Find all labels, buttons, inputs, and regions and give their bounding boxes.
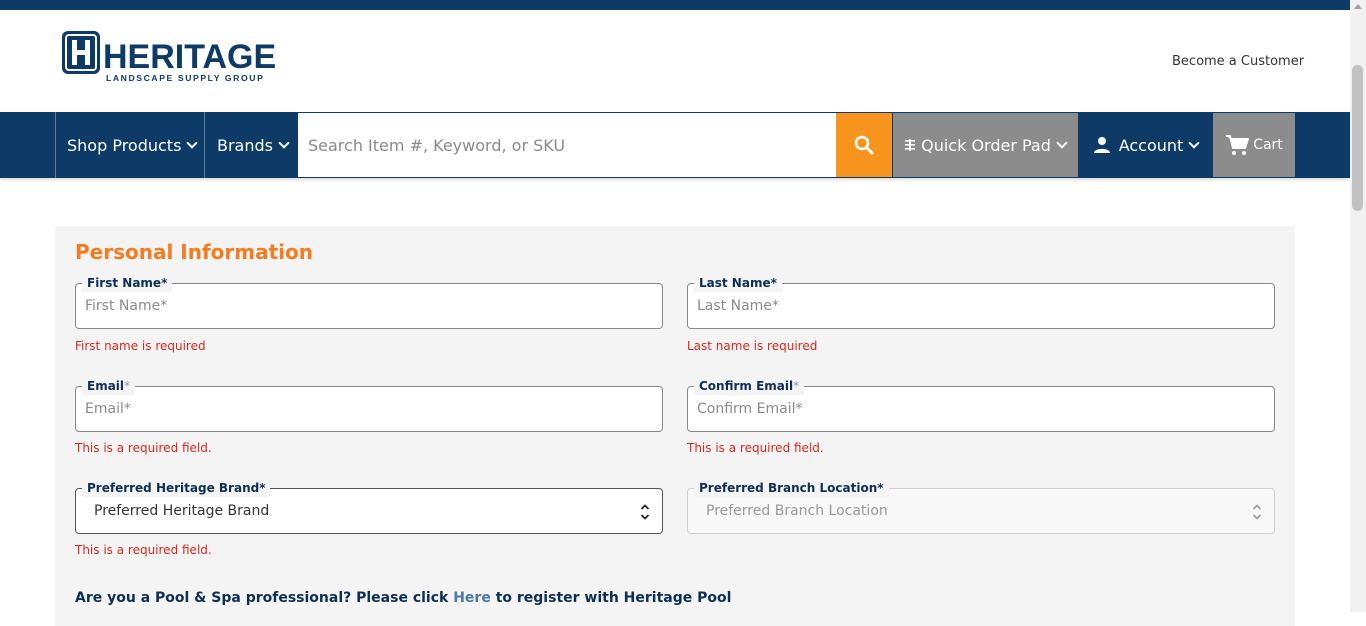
account-menu[interactable]: Account	[1079, 113, 1212, 177]
search-input[interactable]	[298, 113, 836, 177]
preferred-brand-select[interactable]: Preferred Heritage Brand* Preferred Heri…	[75, 479, 663, 534]
list-icon	[905, 139, 916, 151]
brands-label: Brands	[217, 135, 273, 155]
first-name-input[interactable]	[76, 284, 662, 328]
svg-text:HERITAGE: HERITAGE	[103, 38, 276, 76]
preferred-brand-label: Preferred Heritage Brand*	[82, 479, 271, 497]
brands-menu[interactable]: Brands	[217, 112, 290, 178]
nav-divider	[55, 112, 56, 178]
preferred-branch-value: Preferred Branch Location	[706, 503, 888, 519]
svg-text:LANDSCAPE SUPPLY GROUP: LANDSCAPE SUPPLY GROUP	[106, 73, 264, 83]
scroll-up-arrow-icon[interactable]	[1354, 4, 1362, 9]
email-input[interactable]	[76, 387, 662, 431]
become-customer-link[interactable]: Become a Customer	[1172, 54, 1304, 69]
quick-order-pad-label: Quick Order Pad	[921, 135, 1051, 155]
account-label: Account	[1118, 135, 1184, 155]
shop-products-menu[interactable]: Shop Products	[67, 112, 199, 178]
cart-icon	[1226, 135, 1250, 155]
quick-order-pad-menu[interactable]: Quick Order Pad	[893, 113, 1078, 177]
email-field[interactable]: Email*	[75, 377, 663, 432]
pool-register-link[interactable]: Here	[453, 590, 491, 606]
preferred-branch-label: Preferred Branch Location*	[694, 479, 889, 497]
shop-products-label: Shop Products	[67, 135, 182, 155]
chevron-down-icon	[278, 137, 290, 149]
updown-chevron-icon	[640, 504, 650, 520]
last-name-error: Last name is required	[687, 339, 818, 353]
updown-chevron-icon	[1252, 504, 1262, 520]
search-icon	[854, 135, 874, 155]
cart-label: Cart	[1253, 137, 1283, 153]
preferred-branch-select[interactable]: Preferred Branch Location* Preferred Bra…	[687, 479, 1275, 534]
pool-spa-notice: Are you a Pool & Spa professional? Pleas…	[75, 590, 732, 606]
section-title: Personal Information	[75, 240, 313, 264]
email-error: This is a required field.	[75, 441, 212, 455]
top-accent-bar	[0, 0, 1350, 10]
cart-button[interactable]: Cart	[1213, 113, 1295, 177]
confirm-email-input[interactable]	[688, 387, 1274, 431]
heritage-logo[interactable]: HERITAGE LANDSCAPE SUPPLY GROUP	[61, 30, 291, 86]
preferred-brand-error: This is a required field.	[75, 543, 212, 557]
first-name-error: First name is required	[75, 339, 206, 353]
confirm-email-field[interactable]: Confirm Email*	[687, 377, 1275, 432]
last-name-input[interactable]	[688, 284, 1274, 328]
chevron-down-icon	[1188, 137, 1200, 149]
chevron-down-icon	[186, 137, 199, 149]
last-name-field[interactable]: Last Name*	[687, 274, 1275, 329]
user-icon	[1093, 137, 1110, 153]
preferred-brand-value: Preferred Heritage Brand	[94, 503, 270, 519]
chevron-down-icon	[1056, 137, 1068, 149]
scrollbar-thumb[interactable]	[1352, 65, 1363, 211]
first-name-field[interactable]: First Name*	[75, 274, 663, 329]
nav-divider	[204, 112, 205, 178]
confirm-email-error: This is a required field.	[687, 441, 824, 455]
search-button[interactable]	[836, 113, 892, 177]
